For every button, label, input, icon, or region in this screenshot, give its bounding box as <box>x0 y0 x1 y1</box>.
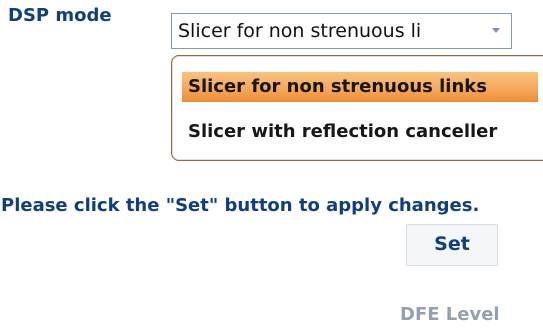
dropdown-option-slicer-reflection-canceller[interactable]: Slicer with reflection canceller <box>182 117 542 147</box>
dfe-level-label: DFE Level <box>400 304 500 325</box>
apply-hint-text: Please click the "Set" button to apply c… <box>1 195 480 216</box>
chevron-down-icon <box>492 28 500 33</box>
dsp-mode-selected-value: Slicer for non strenuous li <box>178 20 422 42</box>
set-button[interactable]: Set <box>406 224 498 266</box>
dsp-mode-select[interactable]: Slicer for non strenuous li <box>171 13 512 49</box>
dsp-mode-label: DSP mode <box>8 5 112 26</box>
dropdown-option-slicer-non-strenuous[interactable]: Slicer for non strenuous links <box>182 72 538 102</box>
dsp-mode-dropdown: Slicer for non strenuous links Slicer wi… <box>171 55 543 161</box>
set-button-label: Set <box>434 233 470 255</box>
